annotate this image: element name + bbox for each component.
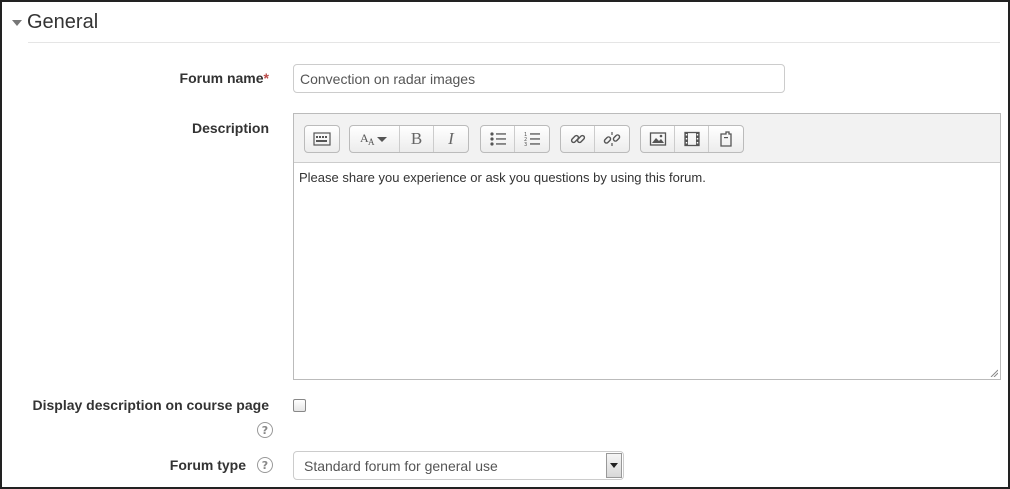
editor-content[interactable]: Please share you experience or ask you q… [299, 170, 706, 185]
toolbar-group-3: 1 2 3 [480, 125, 550, 153]
toolbar-group-2: A A B I [349, 125, 469, 153]
image-button[interactable] [641, 126, 675, 152]
toolbar-group-4 [560, 125, 630, 153]
svg-text:3: 3 [524, 142, 527, 147]
svg-text:A: A [368, 137, 375, 147]
legend-divider [28, 42, 1000, 43]
toolbar-toggle-icon [313, 132, 331, 146]
forum-type-selected-value: Standard forum for general use [304, 457, 498, 474]
link-button[interactable] [561, 126, 595, 152]
forum-type-label: Forum type [169, 457, 246, 473]
forum-type-select[interactable]: Standard forum for general use [293, 451, 624, 480]
unlink-icon [603, 132, 621, 146]
italic-button[interactable]: I [434, 126, 468, 152]
media-icon [683, 131, 700, 147]
media-button[interactable] [675, 126, 709, 152]
resize-handle-icon[interactable] [990, 369, 998, 377]
section-legend-general[interactable]: General [12, 9, 98, 35]
font-style-icon: A A [360, 131, 387, 147]
toolbar-group-5 [640, 125, 744, 153]
bold-icon: B [410, 129, 423, 148]
forum-name-label-text: Forum name [179, 70, 264, 86]
toolbar-group-1 [304, 125, 340, 153]
required-marker: * [263, 70, 269, 86]
chevron-down-icon[interactable] [606, 453, 622, 478]
unordered-list-icon [489, 132, 506, 146]
link-icon [570, 134, 585, 144]
manage-files-button[interactable] [709, 126, 743, 152]
forum-name-input[interactable] [293, 64, 785, 93]
form-fieldset: General Forum name* Description [0, 0, 1010, 489]
help-icon[interactable]: ? [257, 422, 273, 438]
display-description-checkbox[interactable] [293, 399, 306, 412]
help-icon[interactable]: ? [257, 457, 273, 473]
toolbar-toggle-button[interactable] [305, 126, 339, 152]
unlink-button[interactable] [595, 126, 629, 152]
display-description-label: Display description on course page [32, 397, 269, 413]
italic-icon: I [448, 129, 454, 148]
description-label: Description [191, 120, 269, 136]
ordered-list-button[interactable]: 1 2 3 [515, 126, 549, 152]
description-editor[interactable]: A A B I 1 2 3 Please share you experienc… [293, 113, 1001, 380]
manage-files-icon [720, 131, 732, 147]
font-style-button[interactable]: A A [350, 126, 400, 152]
forum-name-label: Forum name* [180, 70, 269, 86]
unordered-list-button[interactable] [481, 126, 515, 152]
image-icon [649, 132, 666, 146]
ordered-list-icon: 1 2 3 [524, 132, 540, 147]
collapse-triangle-icon[interactable] [12, 20, 22, 26]
editor-toolbar: A A B I 1 2 3 [294, 114, 1000, 163]
bold-button[interactable]: B [400, 126, 434, 152]
section-title: General [27, 10, 99, 33]
